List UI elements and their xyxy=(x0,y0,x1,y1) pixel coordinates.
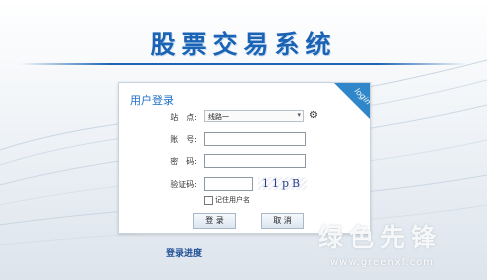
watermark-text: 绿色先锋 xyxy=(318,223,443,252)
captcha-image[interactable]: 11pB xyxy=(258,177,308,190)
site-select-value: 线路一 xyxy=(208,113,229,121)
account-input[interactable] xyxy=(204,132,306,146)
remember-username-label: 记住用户名 xyxy=(215,196,250,204)
site-select[interactable]: 线路一 ▾ xyxy=(204,110,304,122)
login-button[interactable]: 登 录 xyxy=(193,213,236,229)
cancel-button[interactable]: 取 消 xyxy=(261,213,304,229)
login-panel: 用户登录 login 站 点: 线路一 ▾ ⚙ 账 号: 密 码: 验证码: 1… xyxy=(118,82,371,234)
captcha-input[interactable] xyxy=(204,177,253,191)
gear-icon[interactable]: ⚙ xyxy=(309,110,318,121)
chevron-down-icon: ▾ xyxy=(297,111,301,119)
app-title: 股票交易系统 xyxy=(150,30,337,59)
password-input[interactable] xyxy=(204,154,306,168)
title-divider xyxy=(20,63,467,65)
login-progress-link[interactable]: 登录进度 xyxy=(166,246,202,259)
panel-title: 用户登录 xyxy=(130,94,174,107)
account-label: 账 号: xyxy=(170,135,197,144)
password-label: 密 码: xyxy=(170,157,197,166)
remember-username-checkbox[interactable] xyxy=(204,196,213,205)
site-label: 站 点: xyxy=(170,113,197,122)
captcha-label: 验证码: xyxy=(170,180,197,189)
watermark-url: www.greenxf.com xyxy=(330,257,434,268)
